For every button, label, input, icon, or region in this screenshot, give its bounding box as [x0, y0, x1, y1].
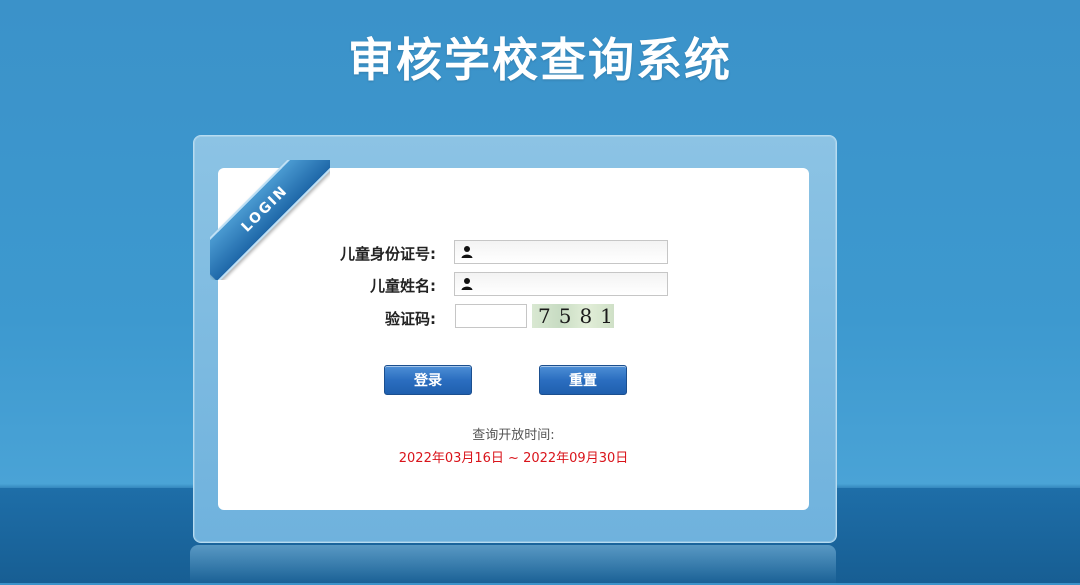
reset-button[interactable]: 重置 — [539, 365, 627, 395]
frame-reflection — [190, 545, 836, 585]
id-number-field[interactable] — [454, 240, 668, 264]
child-name-field[interactable] — [454, 272, 668, 296]
page-title: 审核学校查询系统 — [348, 33, 732, 87]
captcha-input[interactable] — [455, 304, 527, 328]
user-icon — [461, 246, 473, 258]
child-name-label: 儿童姓名: — [370, 277, 436, 295]
captcha-label: 验证码: — [385, 310, 436, 328]
schedule-range: 2022年03月16日 ~ 2022年09月30日 — [398, 451, 629, 466]
id-number-label: 儿童身份证号: — [340, 245, 436, 263]
schedule-label: 查询开放时间: — [472, 428, 555, 443]
captcha-image[interactable]: 7581 — [532, 304, 614, 328]
login-button[interactable]: 登录 — [384, 365, 472, 395]
user-icon — [461, 278, 473, 290]
